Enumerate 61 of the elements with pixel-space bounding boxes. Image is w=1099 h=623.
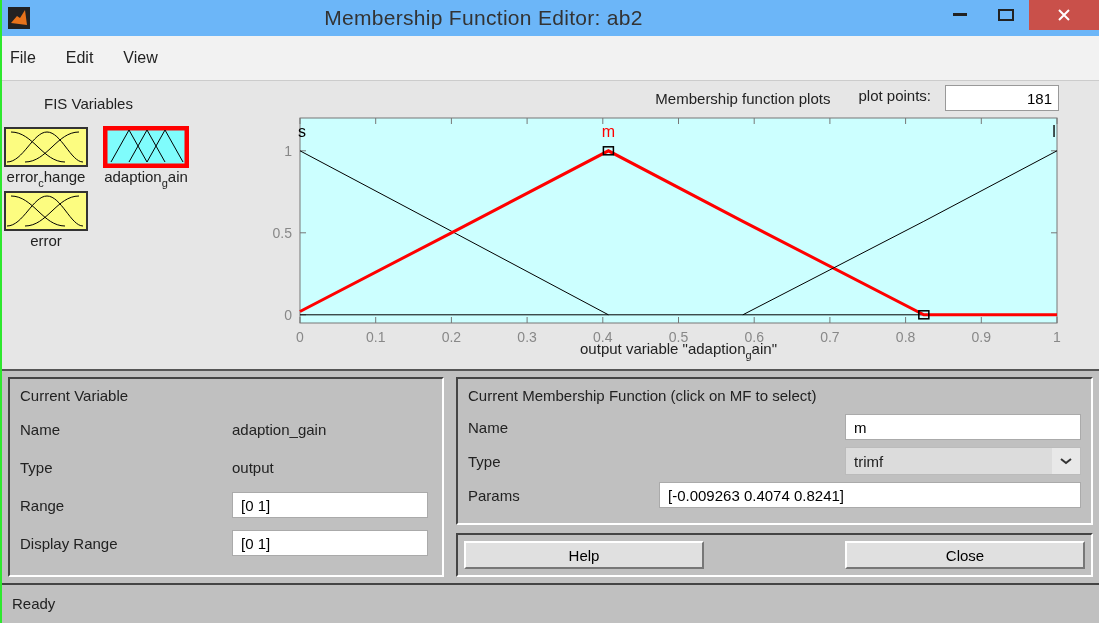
plot-title: Membership function plots [655,89,831,107]
x-tick-label: 0.6 [744,329,764,345]
x-tick-label: 0 [296,329,304,345]
window-title: Membership Function Editor: ab2 [323,6,644,30]
chevron-down-icon [1052,448,1080,474]
membership-curve[interactable] [742,150,1058,316]
x-tick-label: 1 [1053,329,1061,345]
variable-label[interactable]: error [30,232,62,252]
dialog-button[interactable]: Help [464,541,704,569]
curve-label: m [601,123,616,140]
close-window-button[interactable] [1029,0,1099,30]
membership-curve[interactable] [299,150,609,316]
x-tick-label: 0.7 [820,329,840,345]
field-label: Type [20,458,54,476]
dialog-button[interactable]: Close [845,541,1085,569]
variable-label[interactable]: adaption$_{g}$ain [104,168,188,188]
minimize-icon[interactable] [953,13,967,17]
field-label: Display Range [20,534,119,552]
y-tick-label: 1 [284,142,292,159]
membership-curve[interactable] [299,149,1057,317]
name-field[interactable]: m [845,414,1081,440]
field-label: Name [468,418,508,436]
x-tick-label: 0.4 [593,329,613,345]
type-dropdown[interactable]: trimf [845,447,1081,475]
range-field[interactable]: [0 1] [232,530,428,556]
curve-label: l [1052,123,1056,140]
menu-item[interactable]: Edit [65,49,94,67]
membership-variable-icon[interactable] [3,190,89,232]
fis-variables-title: FIS Variables [44,95,134,112]
panel-title: Current Membership Function (click on MF to select) [468,387,818,404]
plot-points-field[interactable]: 181 [945,85,1059,111]
field-value: adaption_gain [232,420,328,438]
field-value: output [232,458,275,476]
x-tick-label: 0.2 [441,329,462,345]
app-logo-icon [8,7,30,29]
range-field[interactable]: [0 1] [232,492,428,518]
close-icon [1058,9,1070,21]
curve-handle[interactable] [602,146,615,156]
panel-title: Current Variable [20,387,130,404]
menu-item[interactable]: View [123,49,158,67]
status-text: Ready [12,595,56,612]
x-tick-label: 0.8 [895,329,916,345]
membership-variable-icon[interactable] [103,126,189,168]
field-label: Name [20,420,61,438]
x-tick-label: 0.5 [668,329,689,345]
field-label: Range [20,496,66,514]
y-tick-label: 0.5 [272,224,292,241]
curve-handle[interactable] [918,310,930,320]
y-tick-label: 0 [284,306,292,323]
membership-variable-icon[interactable] [3,126,89,168]
plot-points-label: plot points: [858,86,931,104]
x-tick-label: 0.3 [517,329,537,345]
menu-item[interactable]: File [10,49,36,67]
x-tick-label: 0.1 [365,329,386,345]
curve-label: s [298,123,306,140]
x-tick-label: 0.9 [971,329,992,345]
field-label: Type [468,452,501,470]
variable-label[interactable]: error$_{c}$hange [6,168,86,188]
maximize-icon[interactable] [998,9,1014,21]
params-field[interactable]: [-0.009263 0.4074 0.8241] [659,482,1081,508]
field-label: Params [468,486,520,504]
